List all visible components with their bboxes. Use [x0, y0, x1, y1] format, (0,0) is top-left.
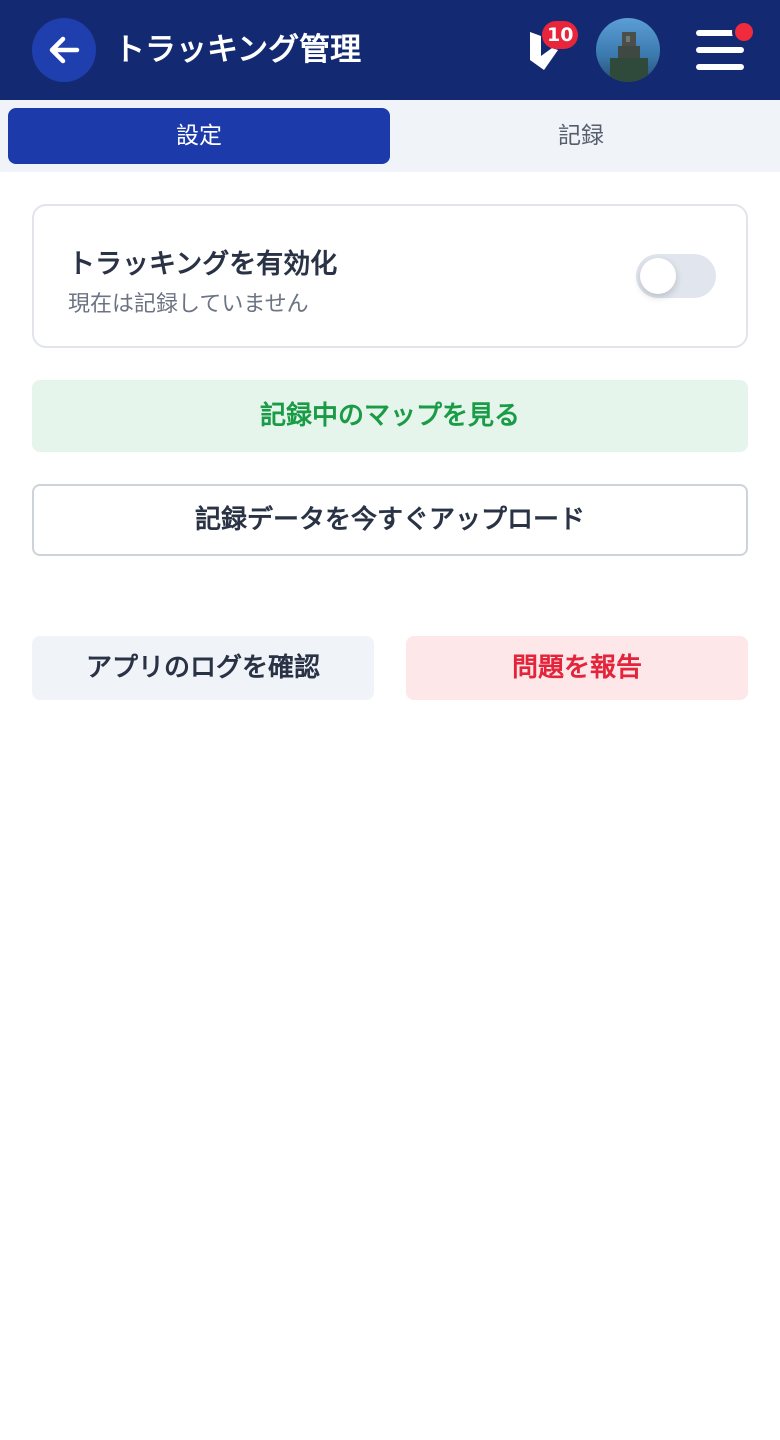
tracking-toggle-switch[interactable] [636, 254, 716, 298]
tracking-status-text: 現在は記録していません [68, 292, 309, 317]
page-title: トラッキング管理 [114, 32, 362, 68]
avatar-image [596, 18, 660, 82]
report-problem-button[interactable]: 問題を報告 [406, 636, 748, 700]
toggle-knob [640, 258, 676, 294]
tracking-toggle-title: トラッキングを有効化 [68, 249, 338, 280]
tab-bar: 設定 記録 [0, 100, 780, 172]
view-recording-map-button[interactable]: 記録中のマップを見る [32, 380, 748, 452]
tracking-toggle-card: トラッキングを有効化 現在は記録していません [32, 204, 748, 348]
view-app-logs-button[interactable]: アプリのログを確認 [32, 636, 374, 700]
menu-button[interactable] [692, 20, 756, 76]
menu-line [696, 47, 744, 53]
app-header: トラッキング管理 10 [0, 0, 780, 100]
menu-notification-dot [732, 20, 756, 44]
menu-line [696, 64, 744, 70]
arrow-left-icon [49, 36, 80, 64]
upload-now-button[interactable]: 記録データを今すぐアップロード [32, 484, 748, 556]
tab-records[interactable]: 記録 [390, 108, 772, 164]
avatar[interactable] [596, 18, 660, 82]
notification-badge: 10 [542, 21, 579, 49]
back-button[interactable] [32, 18, 96, 82]
tab-settings[interactable]: 設定 [8, 108, 390, 164]
